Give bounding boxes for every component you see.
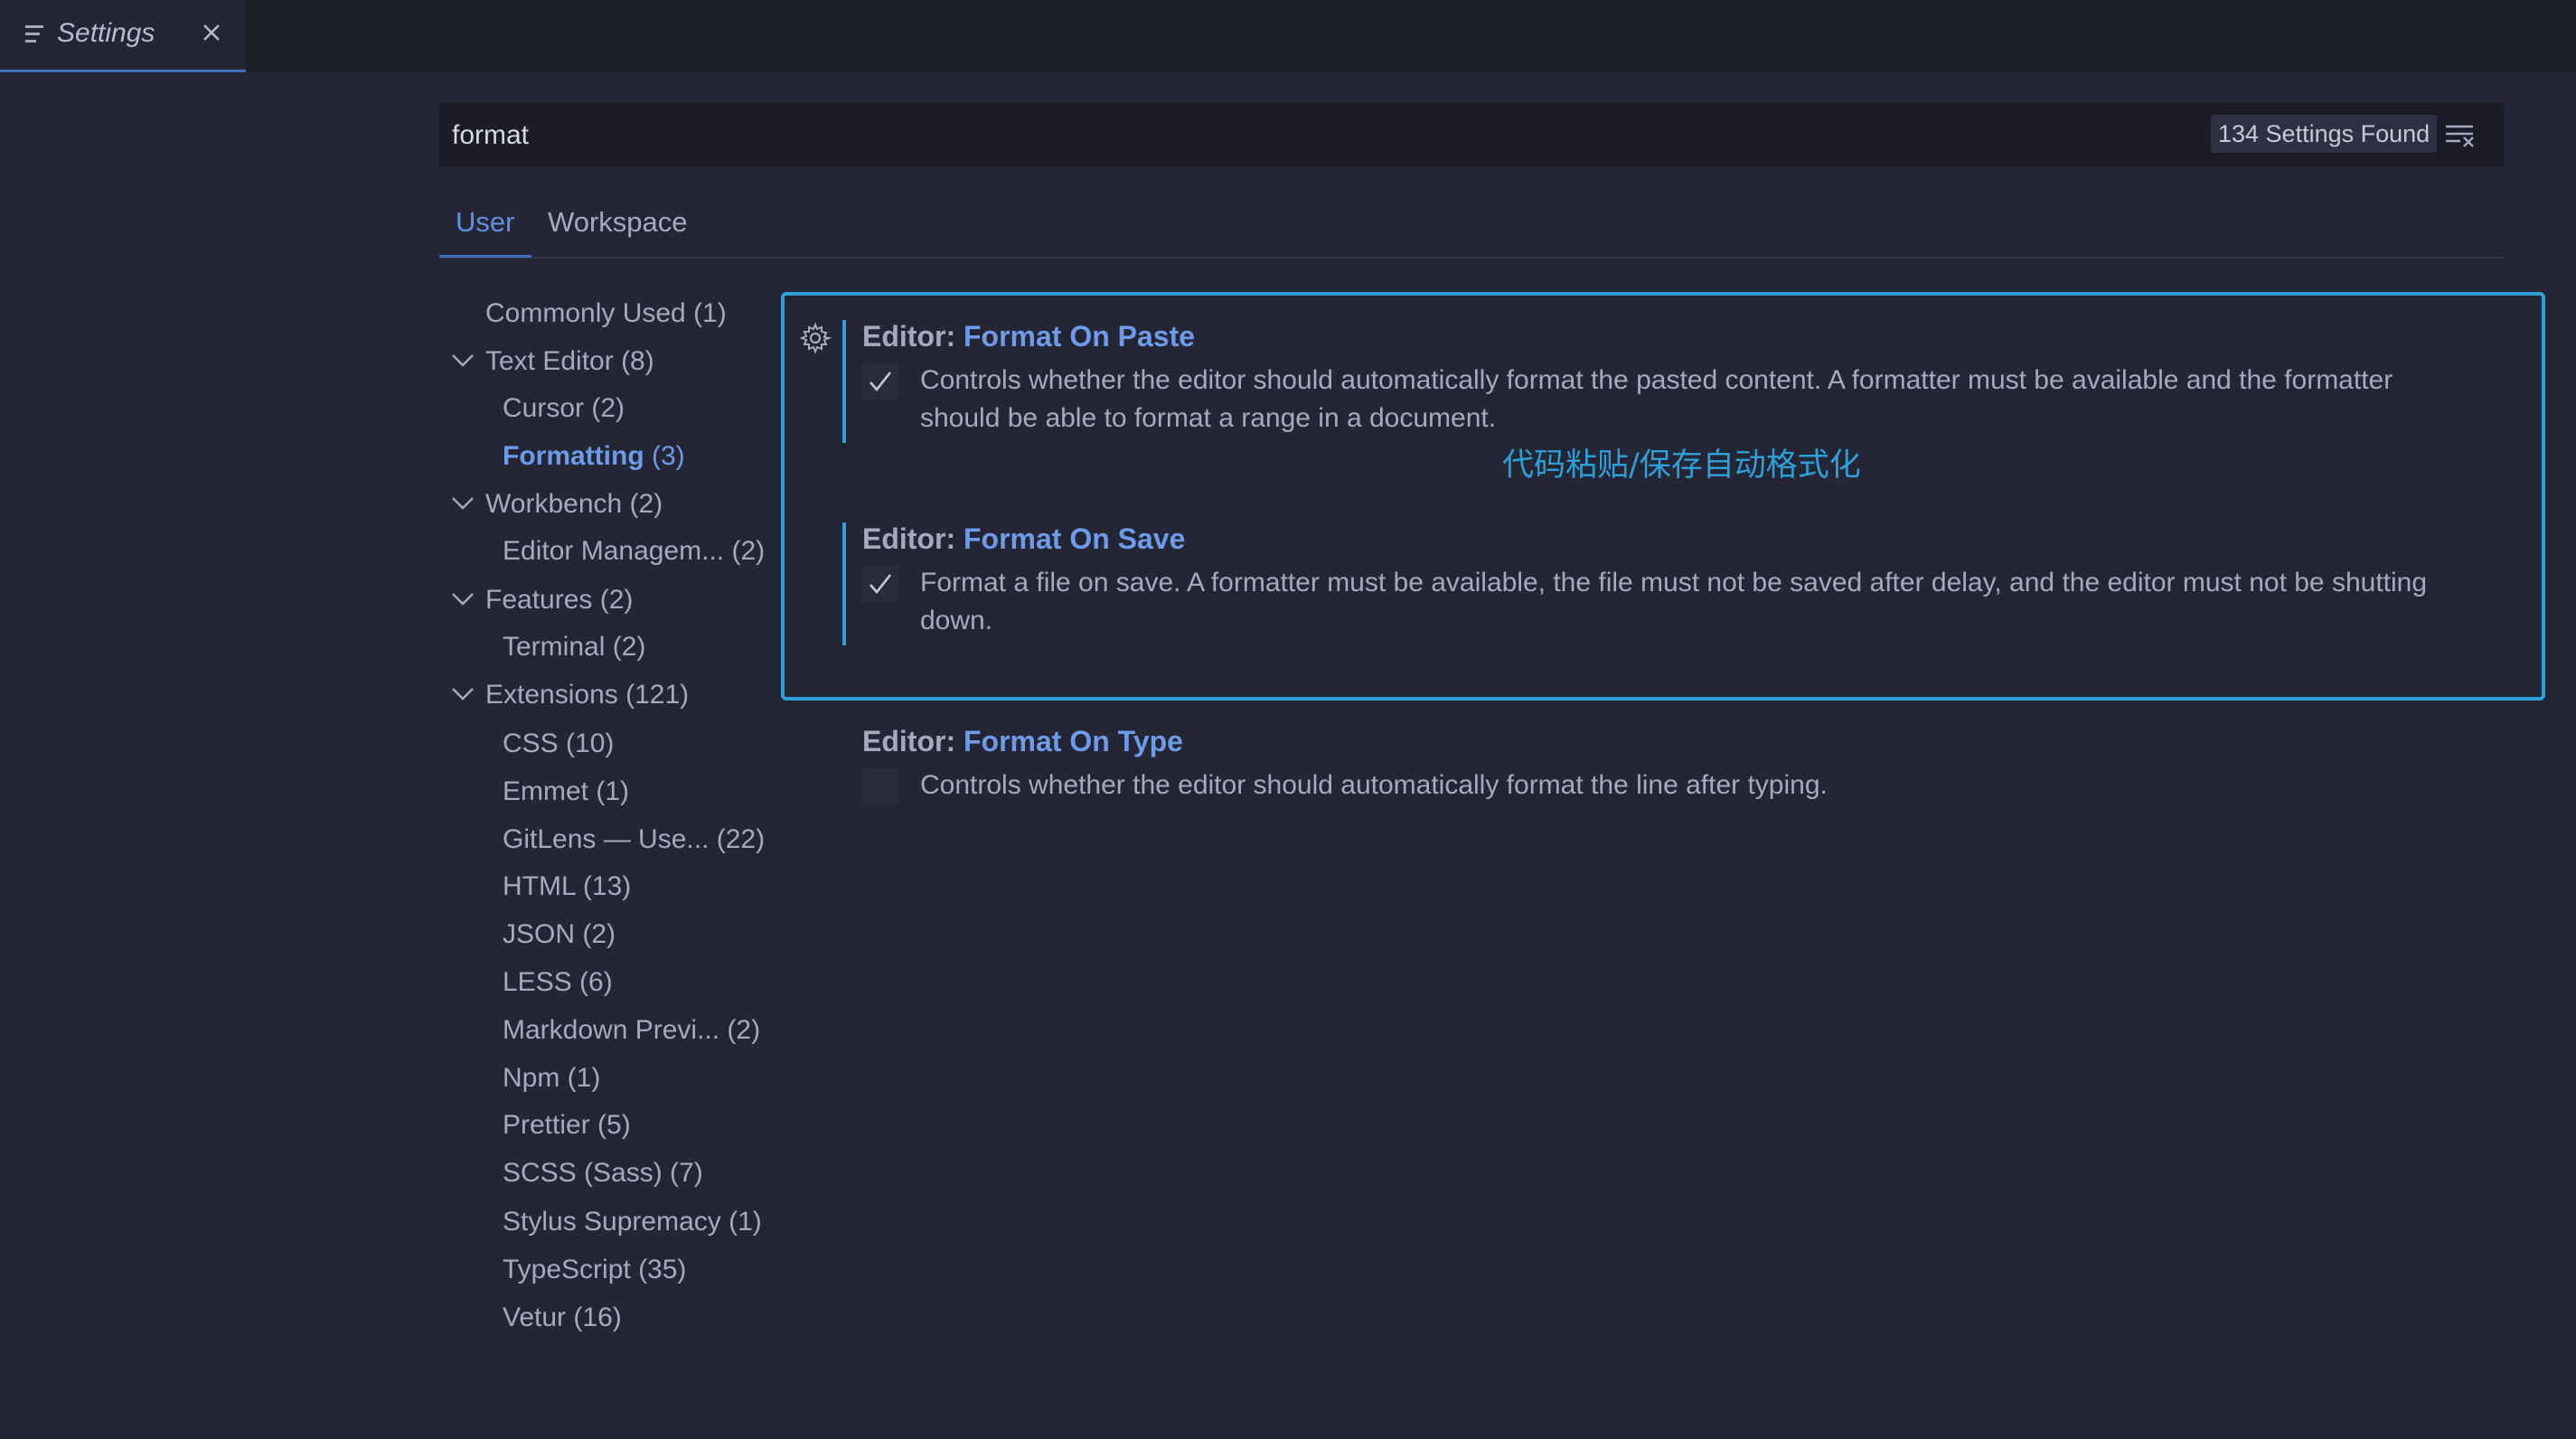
- toc-item[interactable]: Prettier (5): [503, 1103, 631, 1148]
- toc-item-count: (2): [592, 585, 634, 615]
- toc-item-count: (16): [566, 1303, 622, 1332]
- clear-filter-icon[interactable]: [2444, 121, 2477, 148]
- toc-item-count: (3): [644, 441, 685, 471]
- toc-item[interactable]: Npm (1): [503, 1056, 600, 1101]
- format-on-type-checkbox[interactable]: [862, 768, 898, 804]
- toc-item[interactable]: JSON (2): [503, 912, 616, 957]
- toc-item[interactable]: TypeScript (35): [503, 1247, 686, 1293]
- toc-item-count: (2): [719, 1015, 761, 1045]
- modified-indicator: [842, 320, 846, 443]
- toc-item-label: Cursor: [503, 393, 585, 423]
- toc-item[interactable]: Cursor (2): [503, 386, 625, 431]
- toc-item-count: (1): [720, 1207, 762, 1237]
- settings-search-bar: 134 Settings Found: [439, 103, 2504, 168]
- setting-title: Editor: Format On Save: [862, 522, 1186, 555]
- toc-item-label: Prettier: [503, 1110, 590, 1140]
- toc-item-count: (22): [709, 824, 766, 854]
- setting-title: Editor: Format On Type: [862, 725, 1183, 757]
- toc-item[interactable]: Editor Managem... (2): [503, 529, 765, 574]
- gear-icon[interactable]: [799, 322, 832, 354]
- toc-item-count: (1): [685, 298, 727, 328]
- toc-item-count: (35): [630, 1255, 687, 1284]
- toc-item-label: SCSS (Sass): [503, 1158, 663, 1188]
- toc-item[interactable]: Terminal (2): [503, 625, 645, 670]
- toc-item[interactable]: SCSS (Sass) (7): [503, 1151, 703, 1196]
- toc-item-label: CSS: [503, 729, 559, 758]
- toc-item-label: TypeScript: [503, 1255, 631, 1284]
- toc-item-count: (2): [724, 536, 766, 566]
- toc-item-label: Extensions: [485, 680, 618, 710]
- toc-item-count: (1): [588, 776, 630, 806]
- toc-item-label: Npm: [503, 1063, 560, 1093]
- toc-item-label: Commonly Used: [485, 298, 686, 328]
- toc-item-label: Formatting: [503, 441, 644, 471]
- toc-item-label: Emmet: [503, 776, 589, 806]
- toc-item-count: (7): [662, 1158, 703, 1188]
- setting-description: Controls whether the editor should autom…: [920, 365, 2393, 433]
- toc-item-count: (5): [589, 1110, 631, 1140]
- toc-item-count: (6): [571, 967, 613, 997]
- toc-item-label: Vetur: [503, 1303, 567, 1332]
- tab-title: Settings: [57, 18, 155, 48]
- toc-item[interactable]: Stylus Supremacy (1): [503, 1199, 762, 1245]
- annotation-text: 代码粘贴/保存自动格式化: [1502, 447, 1861, 484]
- toc-item-label: Workbench: [485, 489, 623, 519]
- toc-item-count: (2): [605, 632, 646, 662]
- search-input[interactable]: [450, 103, 2171, 168]
- toc-item[interactable]: LESS (6): [503, 960, 613, 1005]
- toc-item-count: (1): [559, 1063, 601, 1093]
- toc-item-count: (2): [575, 919, 616, 949]
- setting-description: Controls whether the editor should autom…: [920, 770, 1828, 800]
- checkmark-icon: [870, 574, 892, 595]
- toc-item-count: (10): [558, 729, 615, 758]
- toc-item[interactable]: Extensions (121): [452, 672, 690, 718]
- close-icon[interactable]: [197, 18, 226, 47]
- toc-item-label: Text Editor: [485, 346, 614, 376]
- toc-item-count: (2): [584, 393, 625, 423]
- toc-item[interactable]: Text Editor (8): [452, 339, 654, 384]
- tab-user[interactable]: User: [456, 206, 514, 239]
- toc-item[interactable]: Formatting (3): [503, 434, 685, 479]
- chevron-down-icon[interactable]: [451, 352, 475, 370]
- chevron-down-icon[interactable]: [451, 590, 475, 608]
- toc-item-count: (8): [613, 346, 654, 376]
- format-on-paste-checkbox[interactable]: [862, 363, 898, 400]
- chevron-down-icon[interactable]: [451, 494, 475, 513]
- toc-item-count: (121): [617, 680, 690, 710]
- toc-item-label: Features: [485, 585, 593, 615]
- toc-item[interactable]: Workbench (2): [452, 482, 663, 527]
- toc-item-label: GitLens — Use...: [503, 824, 710, 854]
- toc-item[interactable]: HTML (13): [503, 864, 631, 909]
- setting-title: Editor: Format On Paste: [862, 320, 1196, 353]
- toc-item-label: HTML: [503, 871, 576, 901]
- toc-item[interactable]: Features (2): [452, 578, 634, 623]
- toc-item-label: Terminal: [503, 632, 606, 662]
- results-count-badge: 134 Settings Found: [2211, 115, 2438, 153]
- toc-item[interactable]: CSS (10): [503, 721, 614, 767]
- toc-item[interactable]: Emmet (1): [503, 769, 629, 814]
- toc-item[interactable]: Vetur (16): [503, 1295, 622, 1340]
- chevron-down-icon[interactable]: [451, 685, 475, 703]
- settings-list-icon: [25, 25, 43, 45]
- active-tab-indicator: [439, 255, 531, 258]
- modified-indicator: [842, 522, 846, 645]
- toc-item-label: Markdown Previ...: [503, 1015, 720, 1045]
- setting-description: Format a file on save. A formatter must …: [920, 568, 2428, 635]
- tab-settings[interactable]: Settings: [0, 0, 246, 72]
- toc-item-label: JSON: [503, 919, 576, 949]
- format-on-save-checkbox[interactable]: [862, 566, 898, 602]
- toc-item-count: (13): [575, 871, 632, 901]
- settings-scope-tabs: User Workspace: [439, 195, 2504, 259]
- toc-item[interactable]: Commonly Used (1): [485, 291, 727, 336]
- toc-item[interactable]: GitLens — Use... (22): [503, 817, 765, 862]
- tab-workspace[interactable]: Workspace: [548, 206, 688, 239]
- toc-item[interactable]: Markdown Previ... (2): [503, 1008, 760, 1053]
- toc-item-count: (2): [622, 489, 663, 519]
- toc-item-label: Editor Managem...: [503, 536, 725, 566]
- toc-item-label: Stylus Supremacy: [503, 1207, 721, 1237]
- checkmark-icon: [870, 372, 892, 392]
- editor-tab-bar: Settings: [0, 0, 2576, 72]
- toc-item-label: LESS: [503, 967, 572, 997]
